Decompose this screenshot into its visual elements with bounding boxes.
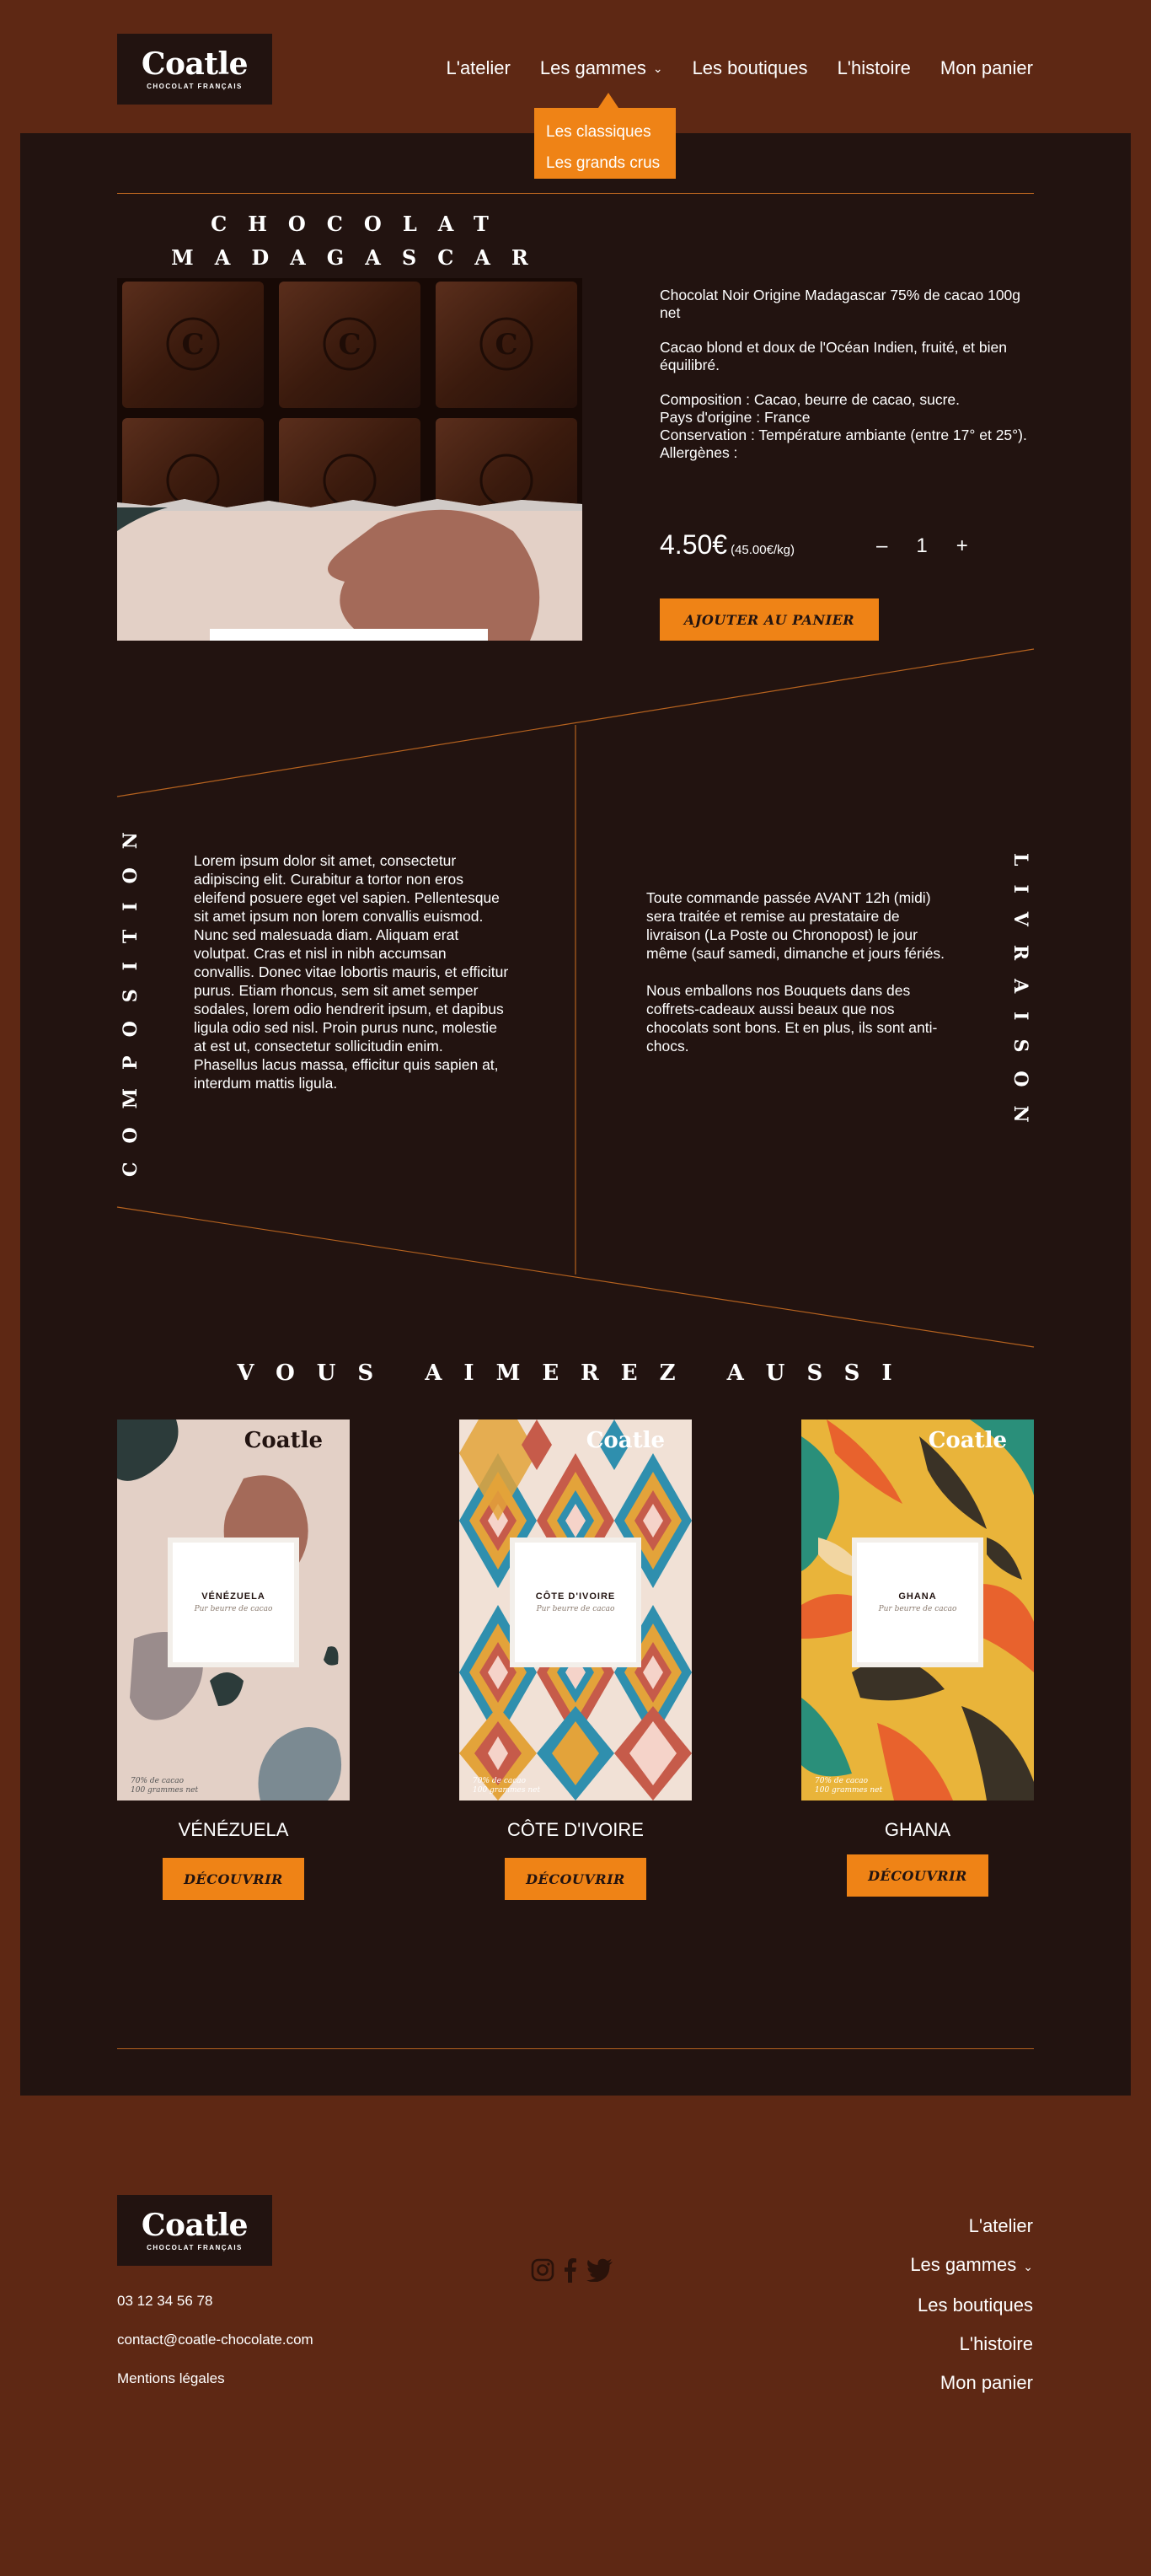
card-foot-line: 100 grammes net [131,1786,199,1795]
card-footnote: 70% de cacao 100 grammes net [131,1777,198,1795]
facebook-icon[interactable] [563,2257,578,2287]
composition-heading: COMPOSITION [120,813,142,1177]
delivery-heading: LIVRAISON [1009,853,1031,1141]
product-card-image[interactable]: Coatle CÔTE D'IVOIRE Pur beurre de cacao… [459,1419,692,1801]
decorative-lines [116,648,1035,1348]
discover-button[interactable]: DÉCOUVRIR [163,1858,304,1900]
card-label: VÉNÉZUELA Pur beurre de cacao [168,1538,299,1667]
card-footnote: 70% de cacao 100 grammes net [815,1777,882,1795]
chevron-down-icon: ⌄ [1023,2260,1033,2273]
discover-button[interactable]: DÉCOUVRIR [505,1858,646,1900]
card-foot-line: 100 grammes net [815,1786,883,1795]
twitter-icon[interactable] [586,2258,613,2286]
composition-text: Lorem ipsum dolor sit amet, consectetur … [194,852,509,1092]
footer-logo[interactable]: Coatle CHOCOLAT FRANÇAIS [117,2195,272,2266]
card-label-name: CÔTE D'IVOIRE [535,1591,616,1602]
delivery-text-1: Toute commande passée AVANT 12h (midi) s… [646,889,945,962]
logo-tagline: CHOCOLAT FRANÇAIS [147,2243,243,2251]
footer-legal-link[interactable]: Mentions légales [117,2370,225,2387]
delivery-text: Toute commande passée AVANT 12h (midi) s… [646,888,954,1055]
card-label: CÔTE D'IVOIRE Pur beurre de cacao [510,1538,641,1667]
footer-nav-boutiques[interactable]: Les boutiques [910,2286,1033,2325]
social-links [531,2257,613,2287]
footer-nav-panier[interactable]: Mon panier [910,2364,1033,2402]
card-brand: Coatle [586,1428,665,1453]
instagram-icon[interactable] [531,2258,554,2286]
card-label-name: GHANA [898,1591,937,1602]
card-label-name: VÉNÉZUELA [201,1591,265,1602]
card-label-subtitle: Pur beurre de cacao [536,1605,615,1613]
footer-phone[interactable]: 03 12 34 56 78 [117,2293,212,2310]
card-label: GHANA Pur beurre de cacao [852,1538,983,1667]
card-name: GHANA [884,1819,951,1840]
logo-wordmark: Coatle [141,2207,249,2243]
card-brand: Coatle [244,1428,323,1453]
card-foot-line: 100 grammes net [473,1786,541,1795]
card-name: VÉNÉZUELA [178,1819,289,1840]
delivery-text-2: Nous emballons nos Bouquets dans des cof… [646,982,938,1055]
card-foot-line: 70% de cacao [131,1777,185,1785]
footer-nav-label: Les gammes [910,2254,1017,2275]
recommendations-title: VOUS AIMEREZ AUSSI [237,1360,914,1386]
product-card-image[interactable]: Coatle VÉNÉZUELA Pur beurre de cacao 70%… [117,1419,350,1801]
footer-nav-histoire[interactable]: L'histoire [910,2325,1033,2364]
discover-button[interactable]: DÉCOUVRIR [847,1854,988,1897]
card-name: CÔTE D'IVOIRE [507,1819,644,1840]
card-footnote: 70% de cacao 100 grammes net [473,1777,540,1795]
card-foot-line: 70% de cacao [815,1777,869,1785]
footer-nav-atelier[interactable]: L'atelier [910,2207,1033,2246]
bottom-divider [117,2048,1034,2049]
footer-email[interactable]: contact@coatle-chocolate.com [117,2332,313,2348]
card-foot-line: 70% de cacao [473,1777,527,1785]
product-card-image[interactable]: Coatle GHANA Pur beurre de cacao 70% de … [801,1419,1034,1801]
card-brand: Coatle [928,1428,1007,1453]
card-label-subtitle: Pur beurre de cacao [194,1605,273,1613]
card-label-subtitle: Pur beurre de cacao [878,1605,957,1613]
footer-nav: L'atelier Les gammes ⌄ Les boutiques L'hi… [910,2207,1033,2402]
footer-nav-gammes[interactable]: Les gammes ⌄ [910,2246,1033,2286]
